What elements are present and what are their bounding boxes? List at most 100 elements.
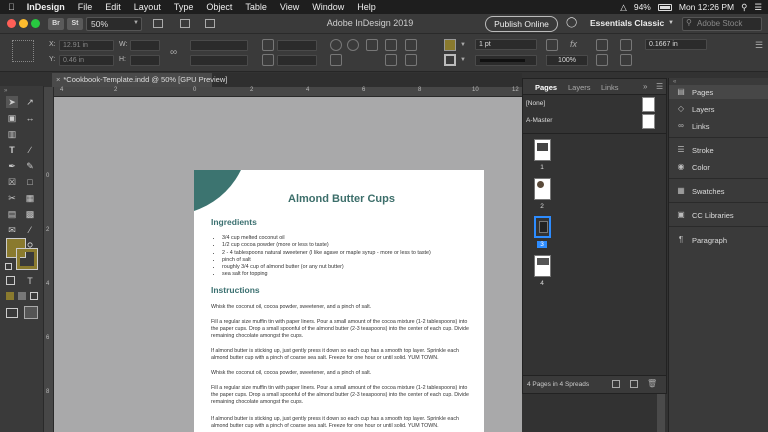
- height-field[interactable]: [130, 55, 160, 66]
- page-thumbnail-3[interactable]: [534, 216, 551, 238]
- menu-help[interactable]: Help: [357, 2, 376, 12]
- vertical-ruler[interactable]: 0 2 4 6 8: [44, 87, 54, 432]
- instruction-paragraph[interactable]: Whisk the coconut oil, cocoa powder, swe…: [211, 370, 473, 377]
- note-tool-icon[interactable]: ✉: [6, 224, 18, 236]
- eyedropper-tool-icon[interactable]: ⁄: [24, 224, 36, 236]
- arrange-documents-icon[interactable]: [205, 19, 215, 28]
- effects-icon[interactable]: fx: [570, 39, 577, 49]
- ingredients-heading[interactable]: Ingredients: [211, 217, 257, 227]
- opacity-field[interactable]: 100%: [546, 55, 588, 66]
- default-colors-icon[interactable]: [5, 263, 12, 270]
- menu-type[interactable]: Type: [174, 2, 194, 12]
- reference-point-icon[interactable]: [12, 40, 34, 62]
- select-container-icon[interactable]: [385, 39, 397, 51]
- select-next-icon[interactable]: [405, 39, 417, 51]
- view-options-icon[interactable]: [153, 19, 163, 28]
- menu-table[interactable]: Table: [245, 2, 267, 12]
- instruction-paragraph[interactable]: Fill a regular size muffin tin with pape…: [211, 385, 473, 407]
- none-master-label[interactable]: [None]: [526, 100, 545, 107]
- tab-layers[interactable]: Layers: [568, 83, 591, 92]
- page-title[interactable]: Almond Butter Cups: [288, 193, 395, 205]
- auto-fit-icon[interactable]: [620, 54, 632, 66]
- width-field[interactable]: [130, 40, 160, 51]
- a-master-label[interactable]: A-Master: [526, 117, 552, 124]
- page-thumbnail-2[interactable]: [534, 178, 551, 200]
- x-position-field[interactable]: 12.91 in: [59, 40, 114, 51]
- gradient-tool-icon[interactable]: ▤: [6, 208, 18, 220]
- scale-y-field[interactable]: [190, 55, 248, 66]
- dock-item-color[interactable]: ◉ Color: [669, 160, 768, 174]
- direct-selection-tool-icon[interactable]: ↗: [24, 96, 36, 108]
- collapse-toolbar-icon[interactable]: »: [4, 88, 7, 94]
- preview-mode-icon[interactable]: [24, 306, 38, 319]
- align-icon[interactable]: [596, 54, 608, 66]
- document-tab[interactable]: × *Cookbook-Template.indd @ 50% [GPU Prev…: [52, 73, 227, 87]
- formatting-container-icon[interactable]: [6, 276, 15, 285]
- zoom-window-button[interactable]: [31, 19, 40, 28]
- rectangle-tool-icon[interactable]: □: [24, 176, 36, 188]
- horizontal-ruler[interactable]: 4 2 0 2 4 6 8 10 12: [52, 87, 522, 97]
- adobe-stock-search-input[interactable]: Adobe Stock: [682, 17, 762, 31]
- page-thumbnail-1[interactable]: [534, 139, 551, 161]
- page-tool-icon[interactable]: ▣: [6, 112, 18, 124]
- select-content-icon[interactable]: [385, 54, 397, 66]
- flip-vertical-icon[interactable]: [330, 54, 342, 66]
- rotation-field[interactable]: [277, 40, 317, 51]
- dock-item-cc-libraries[interactable]: ▣ CC Libraries: [669, 208, 768, 222]
- tab-pages[interactable]: Pages: [535, 83, 557, 92]
- list-icon[interactable]: ☰: [754, 2, 762, 13]
- instruction-paragraph[interactable]: Whisk the coconut oil, cocoa powder, swe…: [211, 304, 473, 311]
- apply-color-icon[interactable]: [6, 292, 14, 300]
- menu-edit[interactable]: Edit: [105, 2, 121, 12]
- instruction-paragraph[interactable]: If almond butter is sticking up, just ge…: [211, 416, 473, 430]
- scale-x-field[interactable]: [190, 40, 248, 51]
- column-gutter-field[interactable]: 0.1667 in: [645, 39, 707, 50]
- none-master-thumbnail[interactable]: [642, 97, 655, 112]
- workspace-switcher[interactable]: Essentials Classic: [590, 18, 664, 28]
- apple-icon[interactable]: : [8, 2, 15, 12]
- page-thumbnail-4[interactable]: [534, 255, 551, 277]
- bridge-button[interactable]: Br: [48, 18, 64, 30]
- menu-view[interactable]: View: [280, 2, 299, 12]
- minimize-window-button[interactable]: [19, 19, 28, 28]
- stock-button[interactable]: St: [67, 18, 83, 30]
- ingredients-list[interactable]: 3/4 cup melted coconut oil 1/2 cup cocoa…: [218, 235, 431, 279]
- search-icon[interactable]: ⚲: [741, 2, 747, 13]
- wifi-icon[interactable]: △: [620, 2, 627, 13]
- dock-item-layers[interactable]: ◇ Layers: [669, 102, 768, 116]
- pencil-tool-icon[interactable]: ✎: [24, 160, 36, 172]
- y-position-field[interactable]: 0.46 in: [59, 55, 114, 66]
- tab-links[interactable]: Links: [601, 83, 619, 92]
- hamburger-menu-icon[interactable]: ☰: [755, 40, 763, 51]
- rotate-angle-icon[interactable]: [262, 39, 274, 51]
- selection-tool-icon[interactable]: ➤: [6, 96, 18, 108]
- rectangle-frame-tool-icon[interactable]: ☒: [6, 176, 18, 188]
- gap-tool-icon[interactable]: ↔: [24, 112, 36, 124]
- close-window-button[interactable]: [7, 19, 16, 28]
- pen-tool-icon[interactable]: ✒: [6, 160, 18, 172]
- instruction-paragraph[interactable]: Fill a regular size muffin tin with pape…: [211, 319, 473, 341]
- screen-mode-icon[interactable]: [180, 19, 190, 28]
- publish-online-button[interactable]: Publish Online: [485, 16, 558, 32]
- menu-app-name[interactable]: InDesign: [27, 2, 65, 12]
- dock-item-paragraph[interactable]: ¶ Paragraph: [669, 233, 768, 247]
- shear-angle-icon[interactable]: [262, 54, 274, 66]
- gradient-feather-tool-icon[interactable]: ▩: [24, 208, 36, 220]
- battery-icon[interactable]: [657, 3, 672, 11]
- menu-window[interactable]: Window: [312, 2, 344, 12]
- menu-file[interactable]: File: [78, 2, 93, 12]
- stroke-weight-field[interactable]: 1 pt: [475, 39, 537, 50]
- dock-item-swatches[interactable]: ▦ Swatches: [669, 184, 768, 198]
- normal-mode-icon[interactable]: [6, 308, 18, 318]
- frame-fitting-icon[interactable]: [620, 39, 632, 51]
- drop-shadow-icon[interactable]: [546, 39, 558, 51]
- menu-object[interactable]: Object: [206, 2, 232, 12]
- clock[interactable]: Mon 12:26 PM: [679, 2, 734, 12]
- document-page[interactable]: Almond Butter Cups Ingredients 3/4 cup m…: [194, 170, 484, 432]
- type-tool-icon[interactable]: T: [6, 144, 18, 156]
- shear-field[interactable]: [277, 55, 317, 66]
- dock-item-stroke[interactable]: ☰ Stroke: [669, 143, 768, 157]
- formatting-text-icon[interactable]: T: [24, 275, 36, 287]
- scissors-tool-icon[interactable]: ✂: [6, 192, 18, 204]
- dock-item-links[interactable]: ∞ Links: [669, 119, 768, 133]
